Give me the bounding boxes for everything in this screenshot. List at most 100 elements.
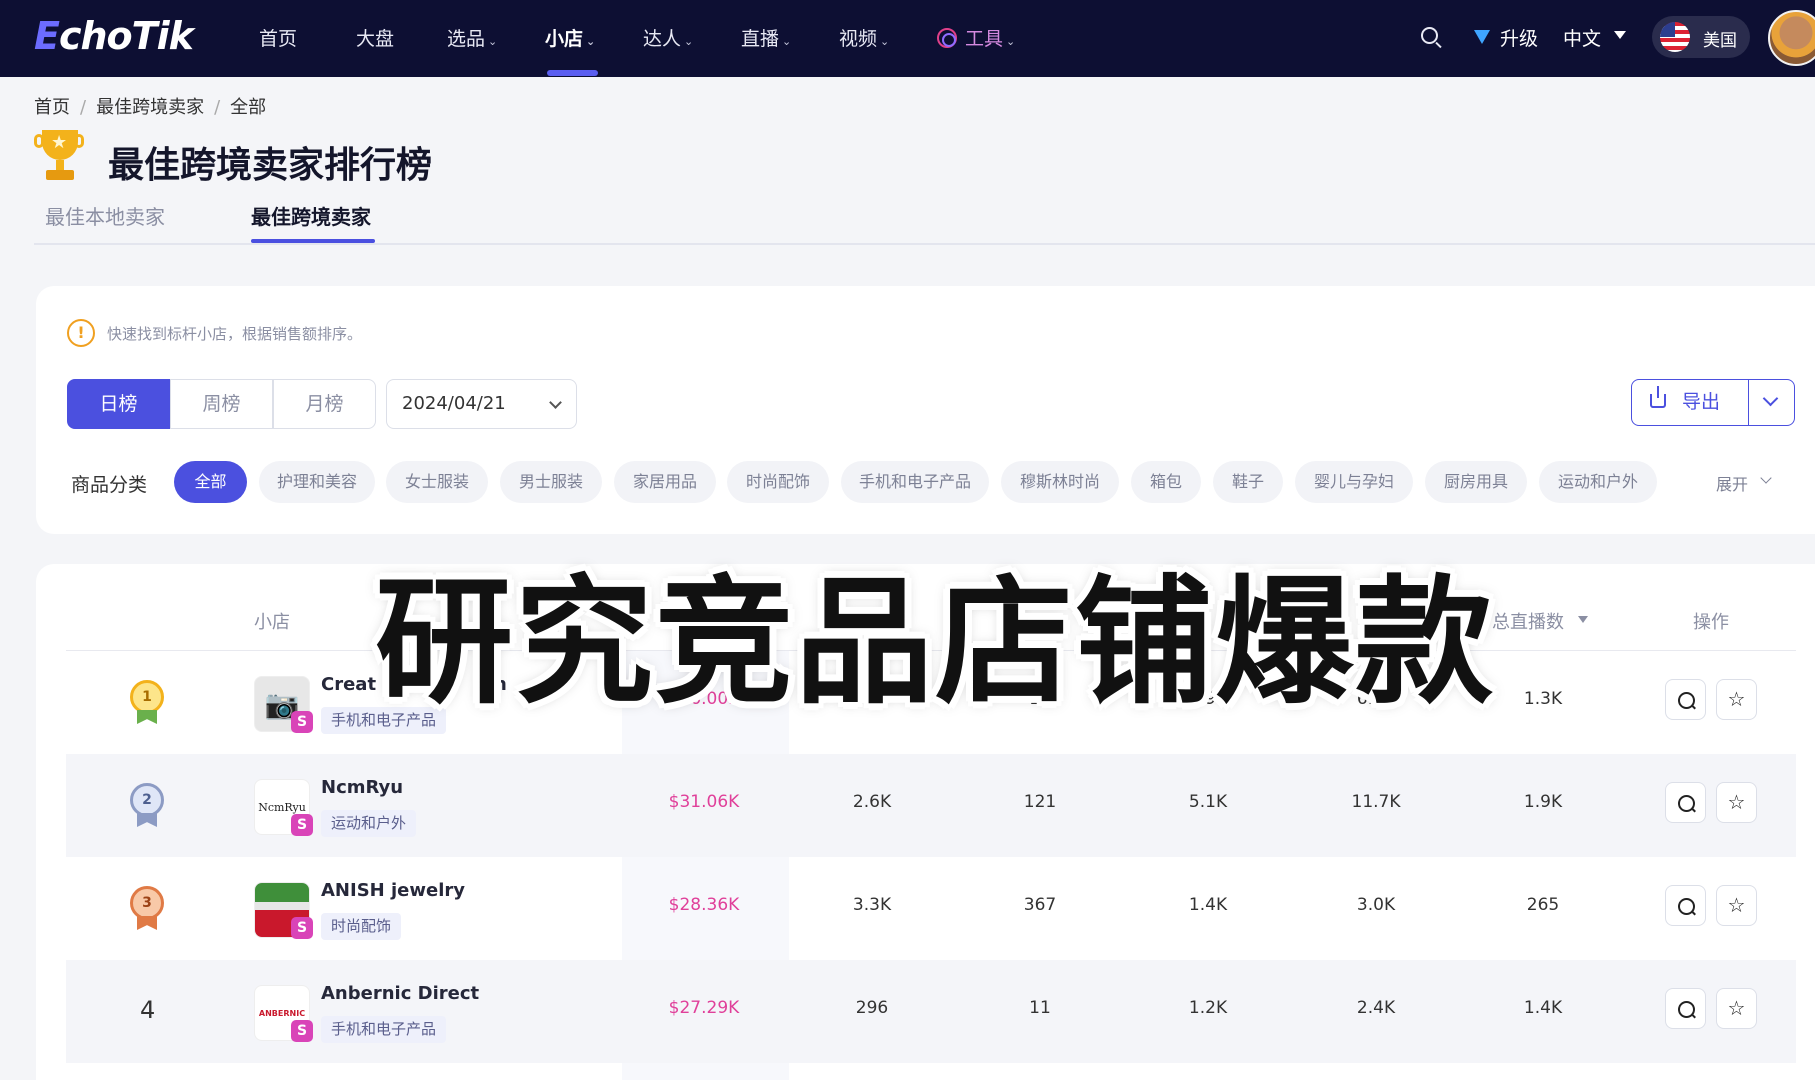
breadcrumb: 首页 / 最佳跨境卖家 / 全部: [34, 97, 267, 118]
category-chip-baby[interactable]: 婴儿与孕妇: [1295, 461, 1413, 503]
column-header-shop: 小店: [254, 612, 290, 633]
nav-videos[interactable]: 视频 ⌄: [839, 24, 889, 52]
nav-shops[interactable]: 小店 ⌄: [545, 24, 595, 52]
export-dropdown-button[interactable]: [1748, 379, 1795, 426]
breadcrumb-all: 全部: [230, 97, 267, 118]
metric-value: 1.4K: [1188, 895, 1228, 915]
metric-value: 5.1K: [1188, 792, 1228, 812]
region-select[interactable]: 美国: [1652, 16, 1750, 58]
sales-value: $27.29K: [668, 998, 740, 1018]
seller-badge: S: [291, 711, 313, 733]
star-icon[interactable]: ☆: [1716, 782, 1757, 823]
shop-name[interactable]: Anbernic Direct: [321, 983, 479, 1004]
rank-number: 4: [140, 996, 156, 1024]
trophy-icon: [34, 130, 84, 182]
sales-value: $28.36K: [668, 895, 740, 915]
breadcrumb-cross-border[interactable]: 最佳跨境卖家: [96, 97, 204, 118]
category-chip-all[interactable]: 全部: [174, 461, 247, 503]
period-weekly[interactable]: 周榜: [170, 379, 273, 429]
search-icon[interactable]: [1665, 885, 1706, 926]
metric-value: 2.6K: [852, 792, 892, 812]
category-chip-womens[interactable]: 女士服装: [386, 461, 488, 503]
category-label: 商品分类: [71, 474, 148, 496]
star-icon[interactable]: ☆: [1716, 988, 1757, 1029]
period-monthly[interactable]: 月榜: [273, 379, 376, 429]
chevron-down-icon: ⌄: [1006, 35, 1016, 48]
search-icon[interactable]: [1421, 27, 1438, 44]
metric-value: 121: [1023, 792, 1057, 812]
caret-down-icon[interactable]: [1614, 31, 1626, 39]
shop-name[interactable]: NcmRyu: [321, 777, 403, 798]
category-chip-bags[interactable]: 箱包: [1131, 461, 1201, 503]
search-icon[interactable]: [1665, 782, 1706, 823]
column-header-actions: 操作: [1693, 612, 1729, 633]
metric-value: 367: [1023, 895, 1057, 915]
category-chip-electronics[interactable]: 手机和电子产品: [841, 461, 989, 503]
metric-value: 3.3K: [852, 895, 892, 915]
upgrade-button[interactable]: 升级: [1500, 24, 1538, 51]
metric-value: 296: [855, 998, 889, 1018]
chevron-down-icon: ⌄: [880, 35, 890, 48]
chevron-down-icon: ⌄: [782, 35, 792, 48]
sort-desc-icon[interactable]: [1578, 616, 1588, 623]
seller-badge: S: [291, 814, 313, 836]
tab-cross-border-sellers[interactable]: 最佳跨境卖家: [251, 201, 371, 230]
category-chip-kitchen[interactable]: 厨房用具: [1425, 461, 1527, 503]
silver-medal-icon: 2: [128, 783, 166, 827]
search-icon[interactable]: [1665, 679, 1706, 720]
live-count-value: 1.4K: [1523, 998, 1563, 1018]
nav-home[interactable]: 首页: [259, 24, 297, 52]
category-chip-sports[interactable]: 运动和户外: [1539, 461, 1657, 503]
user-avatar[interactable]: [1768, 10, 1815, 66]
category-chip-muslim[interactable]: 穆斯林时尚: [1001, 461, 1119, 503]
star-icon[interactable]: ☆: [1716, 679, 1757, 720]
category-chip-mens[interactable]: 男士服装: [500, 461, 602, 503]
nav-creators[interactable]: 达人 ⌄: [643, 24, 693, 52]
language-select[interactable]: 中文: [1563, 24, 1601, 51]
chevron-down-icon: [549, 396, 562, 409]
gold-medal-icon: 1: [128, 680, 166, 724]
overlay-caption: 研究竞品店铺爆款: [373, 561, 1495, 725]
metric-value: 11.7K: [1351, 792, 1401, 812]
page-title: 最佳跨境卖家排行榜: [108, 145, 433, 186]
seller-badge: S: [291, 1020, 313, 1042]
category-chip-shoes[interactable]: 鞋子: [1213, 461, 1283, 503]
tab-local-sellers[interactable]: 最佳本地卖家: [45, 201, 165, 230]
nav-tools[interactable]: 工具 ⌄: [937, 24, 1015, 52]
sales-value: $31.06K: [668, 792, 740, 812]
table-row[interactable]: 4 ANBERNIC S Anbernic Direct 手机和电子产品 $27…: [66, 960, 1796, 1063]
category-chip-home[interactable]: 家居用品: [614, 461, 716, 503]
shop-name[interactable]: ANISH jewelry: [321, 880, 465, 901]
category-chip-accessories[interactable]: 时尚配饰: [727, 461, 829, 503]
breadcrumb-home[interactable]: 首页: [34, 97, 70, 118]
info-icon: !: [67, 319, 95, 347]
nav-market[interactable]: 大盘: [356, 24, 394, 52]
category-chip-beauty[interactable]: 护理和美容: [259, 461, 375, 503]
chevron-down-icon: ⌄: [684, 35, 694, 48]
table-row[interactable]: 3 S ANISH jewelry 时尚配饰 $28.36K 3.3K 367 …: [66, 857, 1796, 960]
diamond-icon: [1474, 30, 1490, 44]
export-icon: [1650, 386, 1666, 408]
period-daily[interactable]: 日榜: [67, 379, 170, 429]
search-icon[interactable]: [1665, 988, 1706, 1029]
echotik-logo[interactable]: EchoTik: [34, 14, 194, 58]
live-count-value: 1.9K: [1523, 792, 1563, 812]
shop-category-tag: 手机和电子产品: [321, 1016, 447, 1043]
date-picker[interactable]: 2024/04/21: [386, 379, 577, 429]
metric-value: 1.2K: [1188, 998, 1228, 1018]
nav-products[interactable]: 选品 ⌄: [447, 24, 497, 52]
bronze-medal-icon: 3: [128, 886, 166, 930]
expand-categories-button[interactable]: 展开: [1716, 471, 1748, 495]
chevron-down-icon: ⌄: [488, 35, 498, 48]
live-count-value: 265: [1526, 895, 1560, 915]
shop-category-tag: 时尚配饰: [321, 913, 402, 940]
nav-live[interactable]: 直播 ⌄: [741, 24, 791, 52]
table-row[interactable]: 2 NcmRyu S NcmRyu 运动和户外 $31.06K 2.6K 121…: [66, 754, 1796, 857]
metric-value: 2.4K: [1356, 998, 1396, 1018]
star-icon[interactable]: ☆: [1716, 885, 1757, 926]
export-button[interactable]: 导出: [1631, 379, 1749, 426]
metric-value: 3.0K: [1356, 895, 1396, 915]
openai-tools-icon: [937, 28, 957, 48]
metric-value: 11: [1029, 998, 1051, 1018]
tip-text: 快速找到标杆小店，根据销售额排序。: [107, 325, 363, 343]
